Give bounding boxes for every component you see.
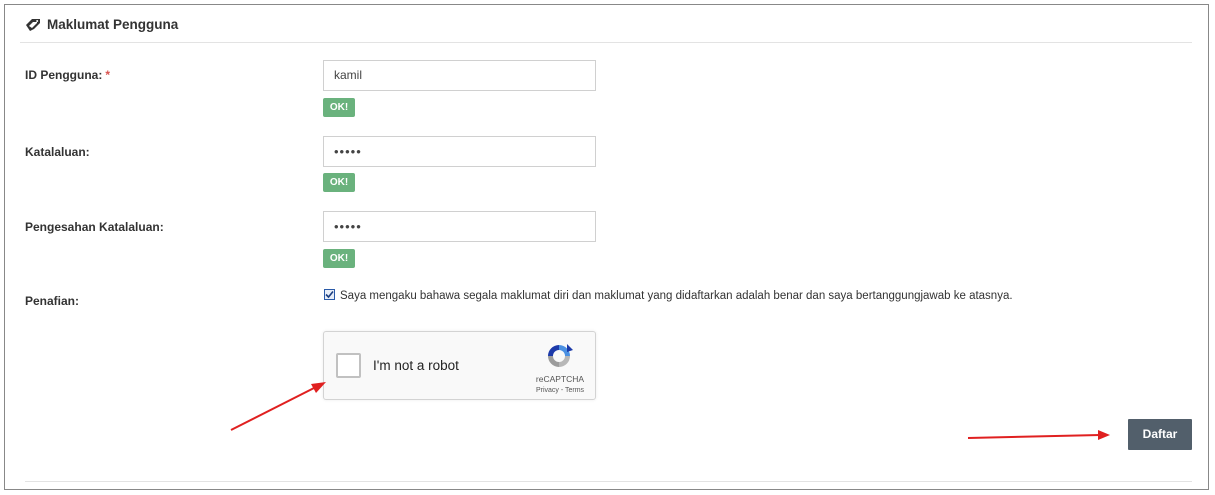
- disclaimer-checkbox[interactable]: [324, 289, 335, 300]
- user-id-label: ID Pengguna: *: [25, 68, 111, 82]
- panel-title: Maklumat Pengguna: [47, 17, 179, 32]
- confirm-password-ok-badge: OK!: [323, 249, 355, 268]
- disclaimer-text: Saya mengaku bahawa segala maklumat diri…: [340, 290, 1013, 302]
- daftar-submit-button[interactable]: Daftar: [1128, 419, 1192, 450]
- confirm-password-input[interactable]: •••••: [323, 211, 596, 242]
- password-input[interactable]: •••••: [323, 136, 596, 167]
- divider: [25, 481, 1192, 482]
- required-mark: *: [105, 68, 111, 82]
- recaptcha-brand: reCAPTCHA: [535, 374, 585, 384]
- recaptcha-widget: I'm not a robot reCAPTCHA Privacy - Term…: [323, 331, 596, 400]
- user-id-ok-badge: OK!: [323, 98, 355, 117]
- panel-header: Maklumat Pengguna: [20, 14, 1192, 43]
- recaptcha-logo-icon: [548, 344, 573, 367]
- ticket-tag-icon: [26, 19, 40, 31]
- recaptcha-label: I'm not a robot: [373, 358, 459, 373]
- disclaimer-label: Penafian:: [25, 294, 80, 308]
- registration-panel: [4, 4, 1209, 490]
- user-id-input[interactable]: kamil: [323, 60, 596, 91]
- confirm-password-label: Pengesahan Katalaluan:: [25, 220, 164, 234]
- password-label: Katalaluan:: [25, 145, 90, 159]
- recaptcha-terms-link[interactable]: Privacy - Terms: [532, 387, 588, 394]
- checkmark-icon: [325, 290, 334, 299]
- password-ok-badge: OK!: [323, 173, 355, 192]
- recaptcha-checkbox[interactable]: [336, 353, 361, 378]
